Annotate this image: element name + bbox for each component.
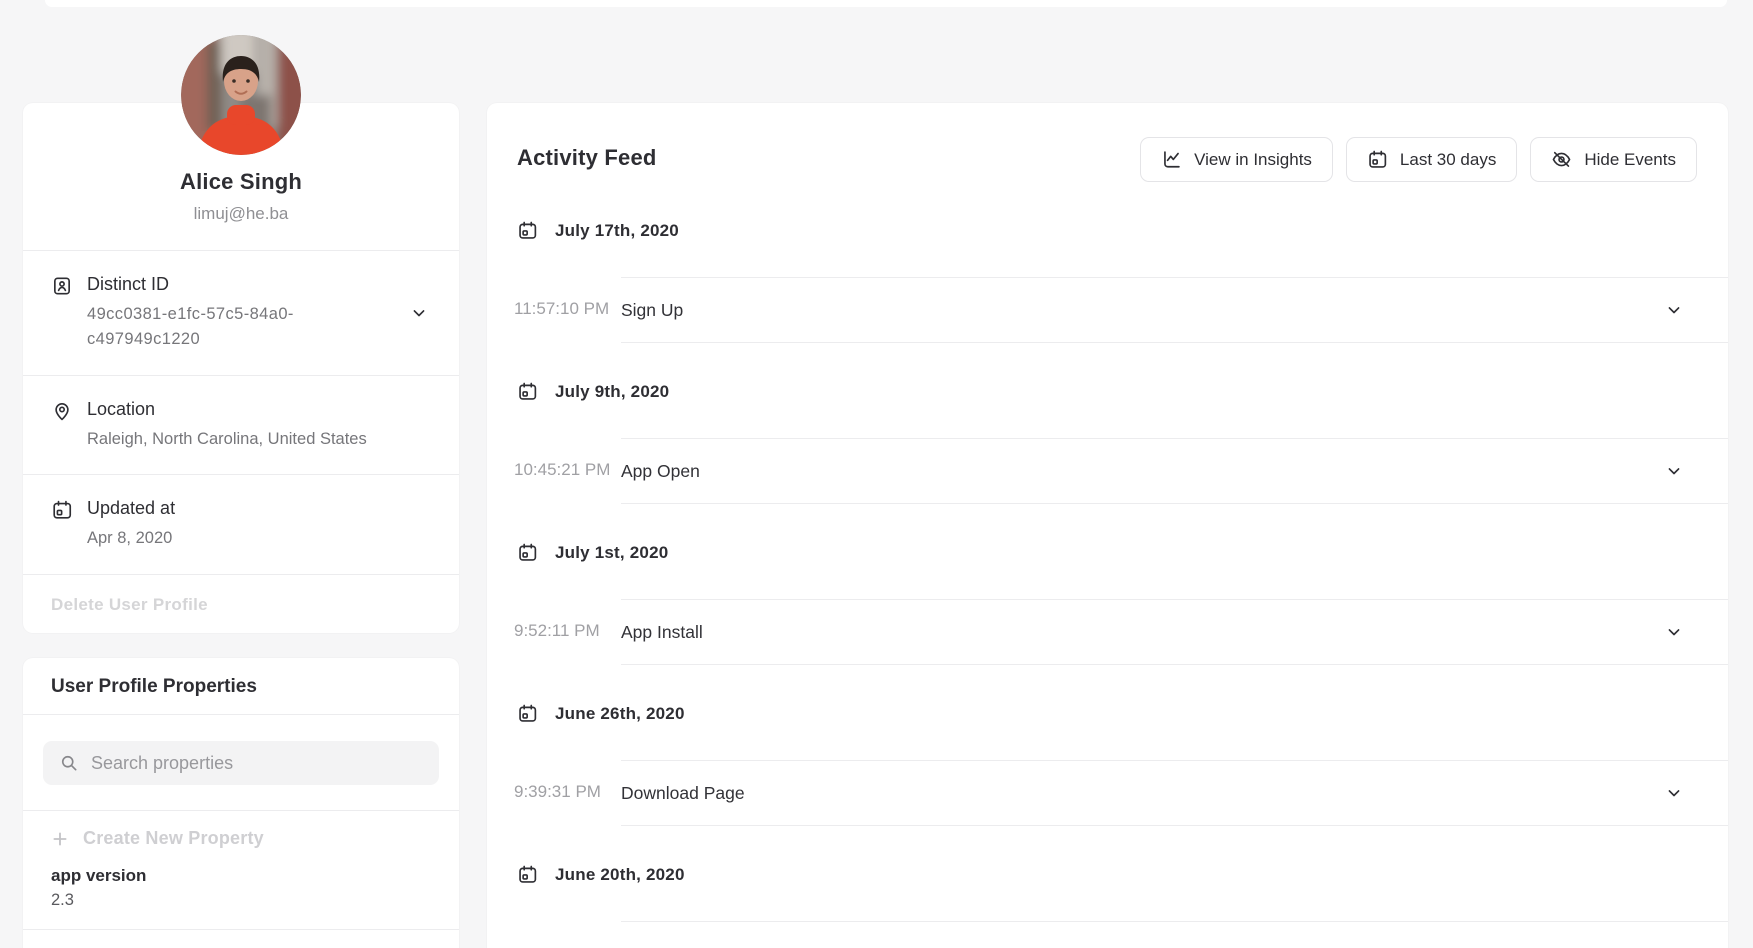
property-item: app version 2.3: [23, 852, 459, 930]
chevron-down-icon[interactable]: [409, 303, 429, 323]
date-header: June 26th, 2020: [487, 665, 1728, 760]
updated-at-label: Updated at: [87, 498, 175, 519]
distinct-id-label: Distinct ID: [87, 274, 312, 295]
date-label: June 26th, 2020: [555, 704, 685, 724]
event-row[interactable]: 9:39:31 PM Download Page: [487, 760, 1728, 826]
location-label: Location: [87, 399, 367, 420]
calendar-icon: [517, 703, 538, 724]
hide-events-button[interactable]: Hide Events: [1530, 137, 1697, 182]
event-title: Sign Up: [621, 300, 683, 321]
feed-group: July 9th, 2020 10:45:21 PM App Open: [487, 343, 1728, 504]
event-title: App Install: [621, 622, 703, 643]
hide-events-label: Hide Events: [1584, 150, 1676, 170]
view-in-insights-label: View in Insights: [1194, 150, 1312, 170]
activity-feed-title: Activity Feed: [517, 145, 657, 171]
event-title: Download Page: [621, 783, 745, 804]
event-row[interactable]: 9:52:11 PM App Install: [487, 599, 1728, 665]
date-header: July 17th, 2020: [487, 182, 1728, 277]
date-header: July 9th, 2020: [487, 343, 1728, 438]
properties-title: User Profile Properties: [23, 658, 459, 715]
event-time: 10:45:21 PM: [514, 438, 621, 504]
feed-group: July 1st, 2020 9:52:11 PM App Install: [487, 504, 1728, 665]
date-label: July 9th, 2020: [555, 382, 669, 402]
profile-name: Alice Singh: [43, 169, 439, 195]
avatar: [181, 35, 301, 155]
event-row[interactable]: 10:45:21 PM App Open: [487, 438, 1728, 504]
date-header: July 1st, 2020: [487, 504, 1728, 599]
distinct-id-section: Distinct ID 49cc0381-e1fc-57c5-84a0-c497…: [23, 250, 459, 375]
event-row[interactable]: [487, 921, 1728, 948]
event-title: App Open: [621, 461, 700, 482]
event-time: 9:52:11 PM: [514, 599, 621, 665]
date-label: July 1st, 2020: [555, 543, 668, 563]
date-label: June 20th, 2020: [555, 865, 685, 885]
calendar-icon: [1367, 149, 1388, 170]
property-value: 2.3: [51, 891, 431, 910]
profile-email: limuj@he.ba: [43, 204, 439, 224]
chevron-down-icon[interactable]: [1664, 461, 1684, 481]
calendar-icon: [517, 220, 538, 241]
line-chart-icon: [1161, 149, 1182, 170]
feed-group: June 26th, 2020 9:39:31 PM Download Page: [487, 665, 1728, 826]
activity-feed-card: Activity Feed View in Insights: [487, 103, 1728, 948]
profile-card: Alice Singh limuj@he.ba Distinct ID 49cc…: [23, 103, 459, 633]
location-value: Raleigh, North Carolina, United States: [87, 427, 367, 452]
event-time: 9:39:31 PM: [514, 760, 621, 826]
location-section: Location Raleigh, North Carolina, United…: [23, 375, 459, 475]
create-new-property-label: Create New Property: [83, 828, 264, 849]
id-card-icon: [51, 275, 73, 297]
feed-group: June 20th, 2020: [487, 826, 1728, 948]
delete-user-profile-button[interactable]: Delete User Profile: [51, 595, 208, 615]
event-time: 11:57:10 PM: [514, 277, 621, 343]
event-time: [514, 921, 621, 948]
date-range-button[interactable]: Last 30 days: [1346, 137, 1517, 182]
create-new-property-button[interactable]: Create New Property: [51, 828, 264, 849]
event-row[interactable]: 11:57:10 PM Sign Up: [487, 277, 1728, 343]
plus-icon: [51, 830, 69, 848]
calendar-icon: [517, 542, 538, 563]
calendar-icon: [517, 381, 538, 402]
search-box[interactable]: [43, 741, 439, 785]
search-icon: [59, 753, 79, 773]
distinct-id-value: 49cc0381-e1fc-57c5-84a0-c497949c1220: [87, 302, 312, 352]
property-name: app version: [51, 866, 431, 886]
chevron-down-icon[interactable]: [1664, 783, 1684, 803]
view-in-insights-button[interactable]: View in Insights: [1140, 137, 1333, 182]
search-properties-input[interactable]: [91, 753, 423, 774]
date-header: June 20th, 2020: [487, 826, 1728, 921]
updated-at-section: Updated at Apr 8, 2020: [23, 474, 459, 574]
eye-off-icon: [1551, 149, 1572, 170]
chevron-down-icon[interactable]: [1664, 300, 1684, 320]
feed-group: July 17th, 2020 11:57:10 PM Sign Up: [487, 182, 1728, 343]
calendar-icon: [517, 864, 538, 885]
location-pin-icon: [51, 400, 73, 422]
profile-sidebar: Alice Singh limuj@he.ba Distinct ID 49cc…: [23, 0, 459, 948]
user-profile-properties-card: User Profile Properties Create New Prope…: [23, 658, 459, 948]
date-label: July 17th, 2020: [555, 221, 679, 241]
date-range-label: Last 30 days: [1400, 150, 1496, 170]
updated-at-value: Apr 8, 2020: [87, 526, 175, 551]
chevron-down-icon[interactable]: [1664, 622, 1684, 642]
calendar-icon: [51, 499, 73, 521]
